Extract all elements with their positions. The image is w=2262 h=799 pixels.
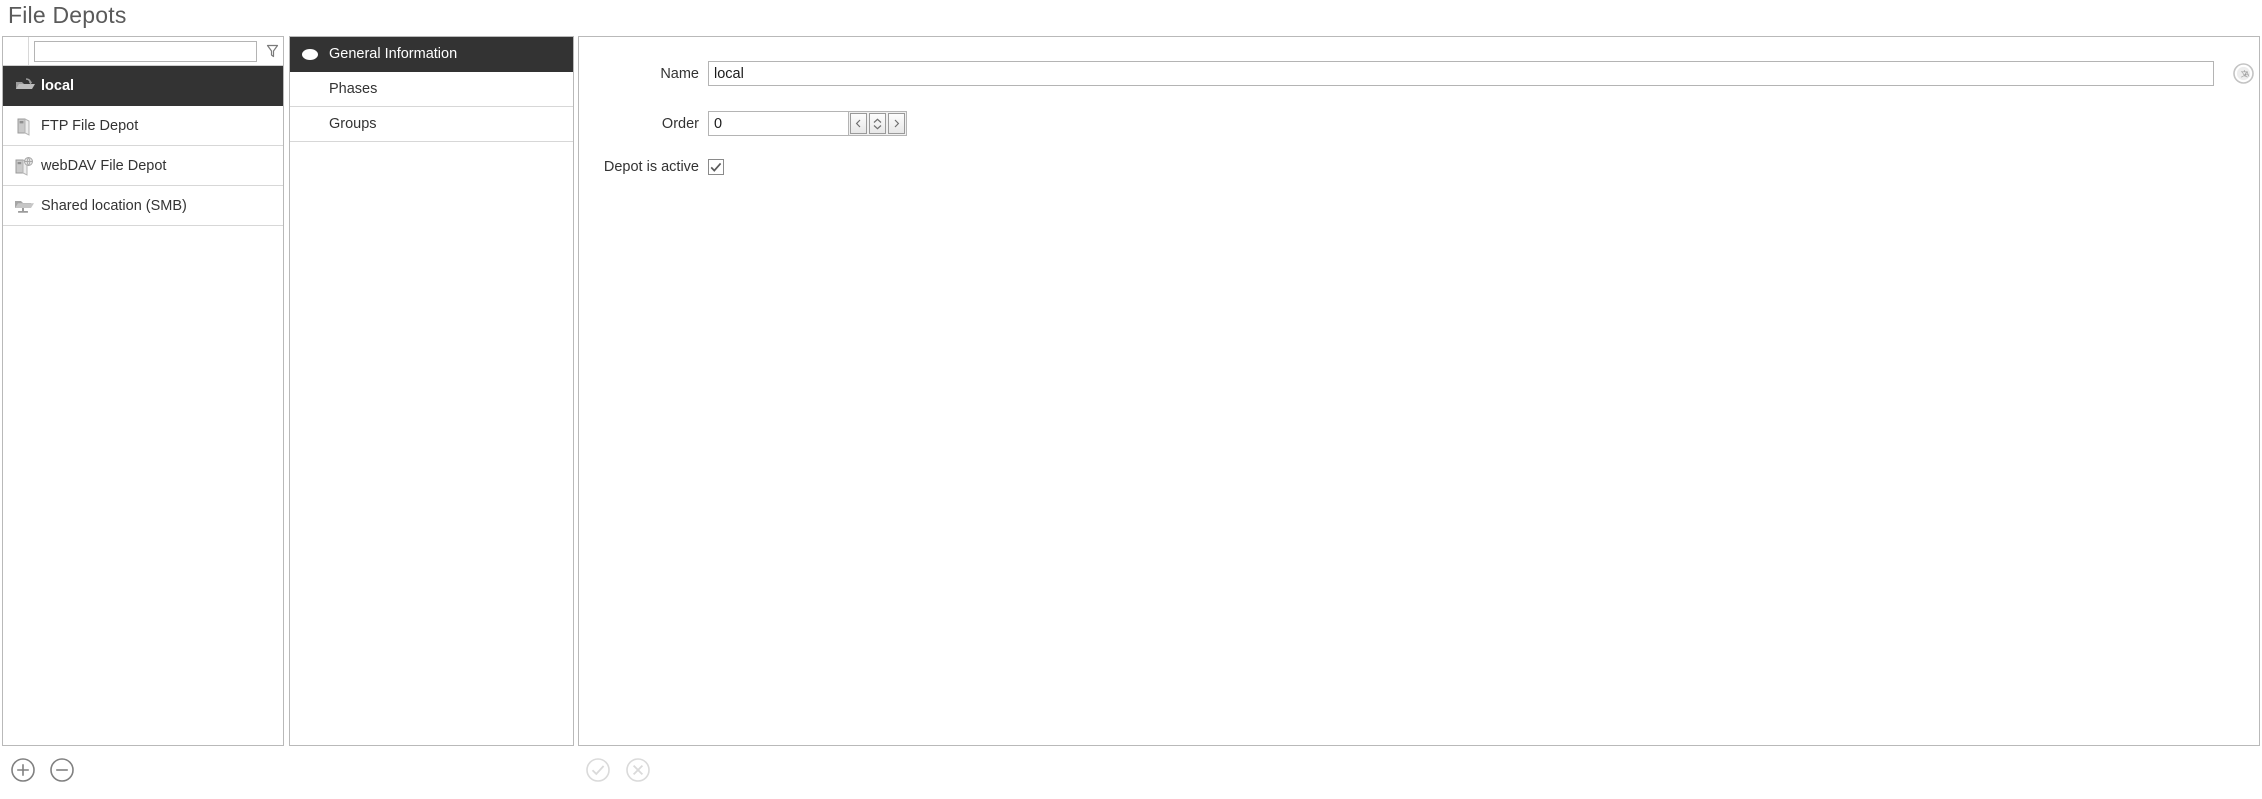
depot-list: local FTP File Depot webDAV File Depot S… [3, 66, 283, 226]
depot-list-item-label: webDAV File Depot [41, 157, 167, 174]
section-nav-panel: General Information Phases Groups [289, 36, 574, 746]
depot-list-item-ftp-file-depot[interactable]: FTP File Depot [3, 106, 283, 146]
nav-item-phases[interactable]: Phases [290, 72, 573, 107]
order-form-row: Order [579, 111, 2259, 136]
nav-item-label: General Information [329, 46, 458, 62]
depot-smb-icon [13, 195, 37, 217]
depot-local-icon [13, 75, 37, 97]
chevron-right-icon[interactable] [888, 113, 905, 134]
nav-item-label: Phases [329, 81, 378, 97]
depot-list-item-webdav-file-depot[interactable]: webDAV File Depot [3, 146, 283, 186]
form-actions [585, 757, 651, 783]
depot-list-item-label: FTP File Depot [41, 117, 139, 134]
svg-text:A: A [2244, 70, 2249, 79]
depot-list-item-shared-location-smb[interactable]: Shared location (SMB) [3, 186, 283, 226]
chevron-left-icon[interactable] [850, 113, 867, 134]
order-spinner [848, 111, 907, 136]
chevron-down-icon [873, 124, 882, 130]
nav-item-groups[interactable]: Groups [290, 107, 573, 142]
order-label: Order [661, 115, 699, 132]
order-input[interactable] [708, 111, 848, 136]
nav-item-label: Groups [329, 116, 377, 132]
depot-list-item-label: Shared location (SMB) [41, 197, 187, 214]
depot-active-checkbox[interactable] [708, 159, 724, 175]
depot-ftp-icon [13, 115, 37, 137]
depot-active-label: Depot is active [603, 159, 699, 175]
depot-list-item-label: local [41, 77, 75, 94]
name-input[interactable] [708, 61, 2214, 86]
depot-list-actions [10, 757, 75, 783]
name-form-row: Name 文 A [579, 61, 2259, 86]
depot-list-panel: local FTP File Depot webDAV File Depot S… [2, 36, 284, 746]
depot-list-item-local[interactable]: local [3, 66, 283, 106]
depot-webdav-icon [13, 155, 37, 177]
filter-funnel-icon[interactable] [261, 37, 283, 65]
minus-circle-icon[interactable] [49, 757, 75, 783]
check-circle-icon[interactable] [585, 757, 611, 783]
name-label: Name [660, 65, 699, 82]
page-title: File Depots [8, 2, 127, 28]
depot-active-form-row: Depot is active [579, 159, 2259, 175]
section-nav-list: General Information Phases Groups [290, 37, 573, 142]
depot-filter-input[interactable] [34, 40, 257, 62]
file-depots-screen: File Depots local FTP File Depot webDAV … [0, 0, 2262, 799]
general-information-form-panel: Name 文 A Order [578, 36, 2260, 746]
selected-dot-icon [302, 48, 318, 60]
depot-filter-row [3, 37, 283, 66]
translate-icon[interactable]: 文 A [2231, 62, 2255, 86]
filter-gutter [3, 37, 29, 65]
plus-circle-icon[interactable] [10, 757, 36, 783]
cancel-circle-icon[interactable] [625, 757, 651, 783]
checkmark-icon [710, 162, 722, 172]
order-stepper[interactable] [869, 113, 886, 134]
nav-item-general-information[interactable]: General Information [290, 37, 573, 72]
